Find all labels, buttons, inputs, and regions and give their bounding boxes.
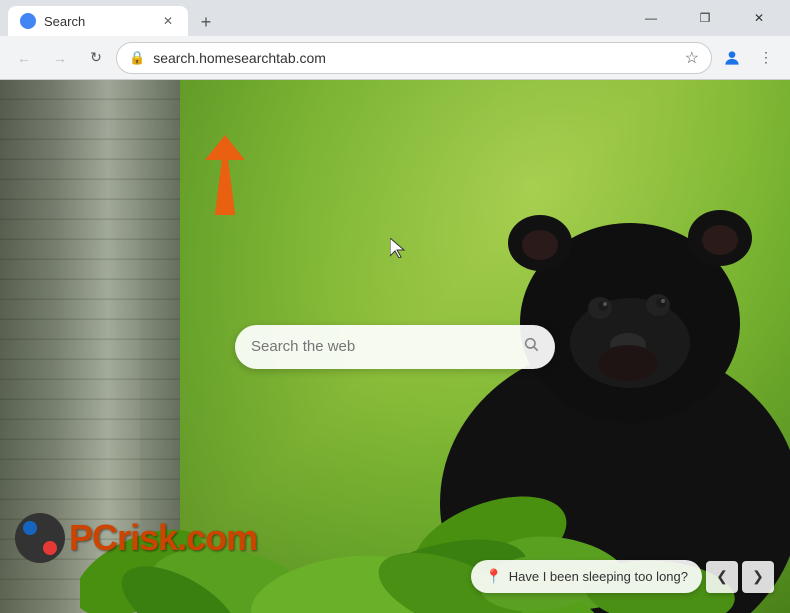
logo-dot-red xyxy=(43,541,57,555)
title-bar: Search ✕ + — ❒ ✕ xyxy=(0,0,790,36)
maximize-button[interactable]: ❒ xyxy=(682,3,728,33)
brand-text: PCrisk.com xyxy=(69,517,257,559)
url-text: search.homesearchtab.com xyxy=(153,50,676,66)
question-text: Have I been sleeping too long? xyxy=(509,569,688,584)
brand-pc: PC xyxy=(69,517,117,558)
back-button[interactable]: ← xyxy=(8,42,40,74)
page-content: PCrisk.com 📍 Have I been sleeping too lo… xyxy=(0,80,790,613)
search-container xyxy=(235,325,555,369)
next-arrow-button[interactable]: ❯ xyxy=(742,561,774,593)
watermark: PCrisk.com xyxy=(15,513,257,563)
close-button[interactable]: ✕ xyxy=(736,3,782,33)
tab-favicon-icon xyxy=(20,13,36,29)
brand-risk: risk.com xyxy=(117,517,257,558)
security-icon: 🔒 xyxy=(129,50,145,66)
tab-strip: Search ✕ + xyxy=(8,0,628,36)
prev-arrow-button[interactable]: ❮ xyxy=(706,561,738,593)
pc-logo xyxy=(15,513,65,563)
tab-close-button[interactable]: ✕ xyxy=(160,13,176,29)
nav-right-buttons: ⋮ xyxy=(716,42,782,74)
profile-button[interactable] xyxy=(716,42,748,74)
tab-title: Search xyxy=(44,14,152,29)
search-icon[interactable] xyxy=(523,336,539,357)
minimize-button[interactable]: — xyxy=(628,3,674,33)
active-tab[interactable]: Search ✕ xyxy=(8,6,188,36)
refresh-button[interactable]: ↻ xyxy=(80,42,112,74)
bookmark-icon[interactable]: ☆ xyxy=(685,48,699,68)
new-tab-button[interactable]: + xyxy=(192,8,220,36)
search-input[interactable] xyxy=(251,338,523,355)
question-pill[interactable]: 📍 Have I been sleeping too long? xyxy=(471,560,702,593)
menu-button[interactable]: ⋮ xyxy=(750,42,782,74)
browser-window: Search ✕ + — ❒ ✕ ← → ↻ 🔒 search.homesear… xyxy=(0,0,790,613)
location-pin-icon: 📍 xyxy=(485,568,502,585)
person-icon xyxy=(722,48,742,68)
forward-button[interactable]: → xyxy=(44,42,76,74)
bottom-widget: 📍 Have I been sleeping too long? ❮ ❯ xyxy=(471,560,774,593)
address-bar[interactable]: 🔒 search.homesearchtab.com ☆ xyxy=(116,42,712,74)
search-box[interactable] xyxy=(235,325,555,369)
window-controls: — ❒ ✕ xyxy=(628,3,782,33)
nav-bar: ← → ↻ 🔒 search.homesearchtab.com ☆ ⋮ xyxy=(0,36,790,80)
logo-dot-blue xyxy=(23,521,37,535)
